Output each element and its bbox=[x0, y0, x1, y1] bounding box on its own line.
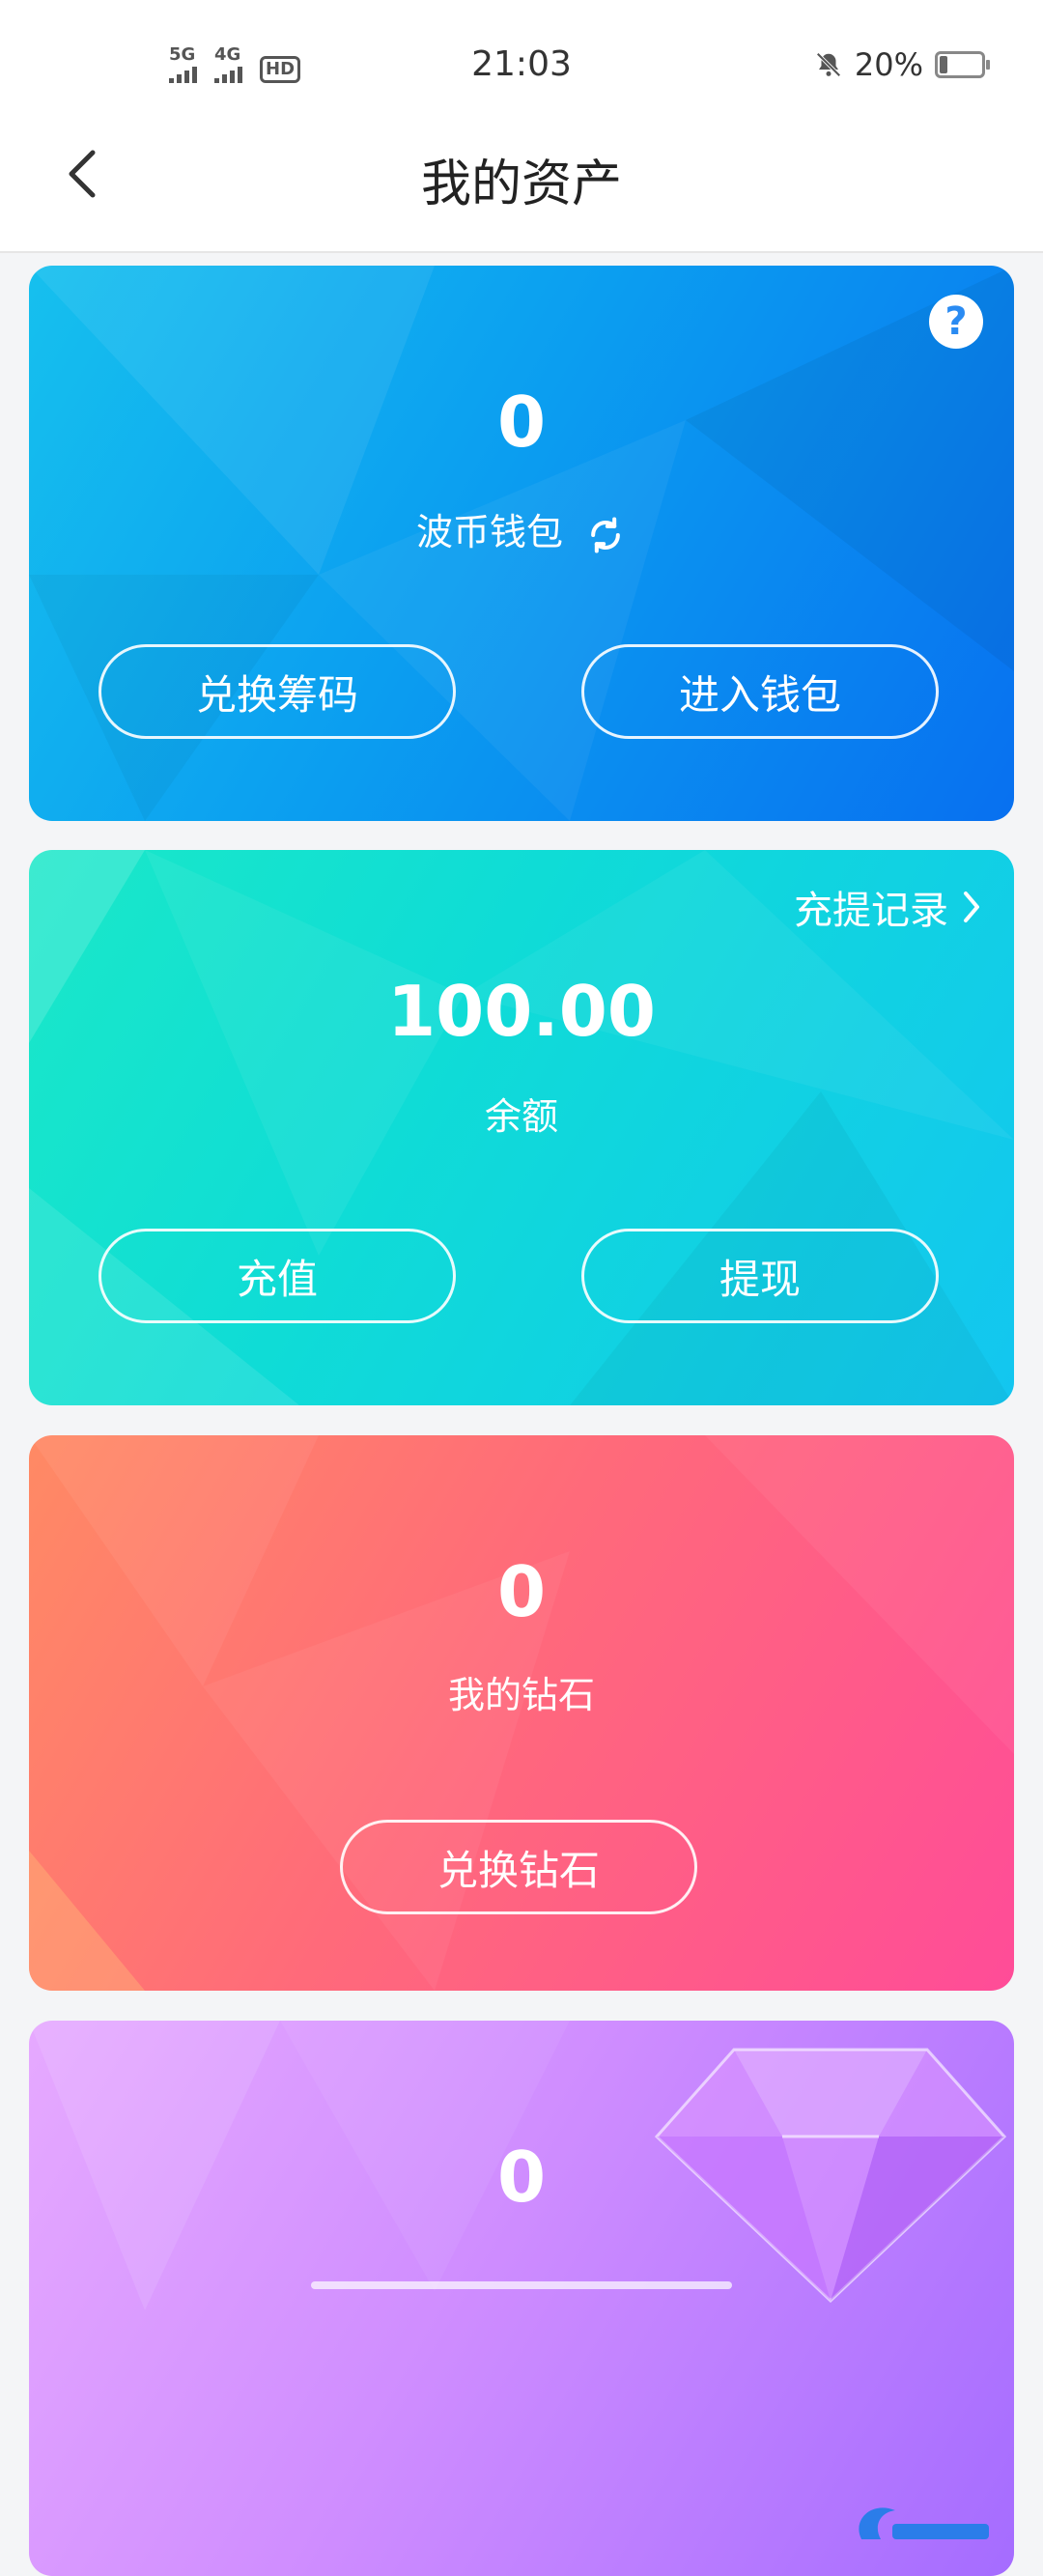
battery-icon bbox=[935, 51, 990, 78]
withdraw-button[interactable]: 提现 bbox=[581, 1229, 939, 1323]
page-title: 我的资产 bbox=[420, 156, 622, 213]
exchange-chips-button[interactable]: 兑换筹码 bbox=[99, 644, 456, 739]
enter-wallet-button[interactable]: 进入钱包 bbox=[581, 644, 939, 739]
records-link-label: 充提记录 bbox=[794, 889, 948, 933]
exchange-diamonds-button[interactable]: 兑换钻石 bbox=[340, 1820, 697, 1914]
records-link[interactable]: 充提记录 bbox=[794, 879, 983, 935]
battery-percent: 20% bbox=[854, 46, 923, 83]
status-right: 20% bbox=[814, 46, 990, 83]
purple-card: 0 bbox=[29, 2021, 1014, 2576]
status-bar: 5G 4G HD 21:03 20% bbox=[0, 0, 1043, 116]
refresh-icon[interactable] bbox=[584, 514, 627, 556]
diamond-card: 0 我的钻石 兑换钻石 bbox=[29, 1435, 1014, 1991]
home-indicator bbox=[311, 2281, 732, 2289]
balance-label: 余额 bbox=[484, 1095, 558, 1138]
watermark-logo-icon bbox=[859, 2507, 989, 2539]
diamond-label: 我的钻石 bbox=[447, 1674, 595, 1716]
chevron-right-icon bbox=[964, 892, 979, 922]
wallet-label: 波币钱包 bbox=[415, 511, 563, 553]
diamond-value: 0 bbox=[496, 1551, 547, 1632]
recharge-button[interactable]: 充值 bbox=[99, 1229, 456, 1323]
wallet-balance-value: 0 bbox=[496, 382, 547, 463]
mute-bell-icon bbox=[816, 52, 841, 77]
wallet-card: ? 0 波币钱包 兑换筹码 进入钱包 bbox=[29, 266, 1014, 821]
purple-card-value: 0 bbox=[496, 2137, 547, 2218]
wallet-label-row: 波币钱包 bbox=[29, 502, 1014, 556]
nav-bar: 我的资产 bbox=[0, 116, 1043, 253]
balance-value: 100.00 bbox=[387, 971, 656, 1052]
help-icon[interactable]: ? bbox=[929, 295, 983, 349]
balance-card: 充提记录 100.00 余额 充值 提现 bbox=[29, 850, 1014, 1405]
